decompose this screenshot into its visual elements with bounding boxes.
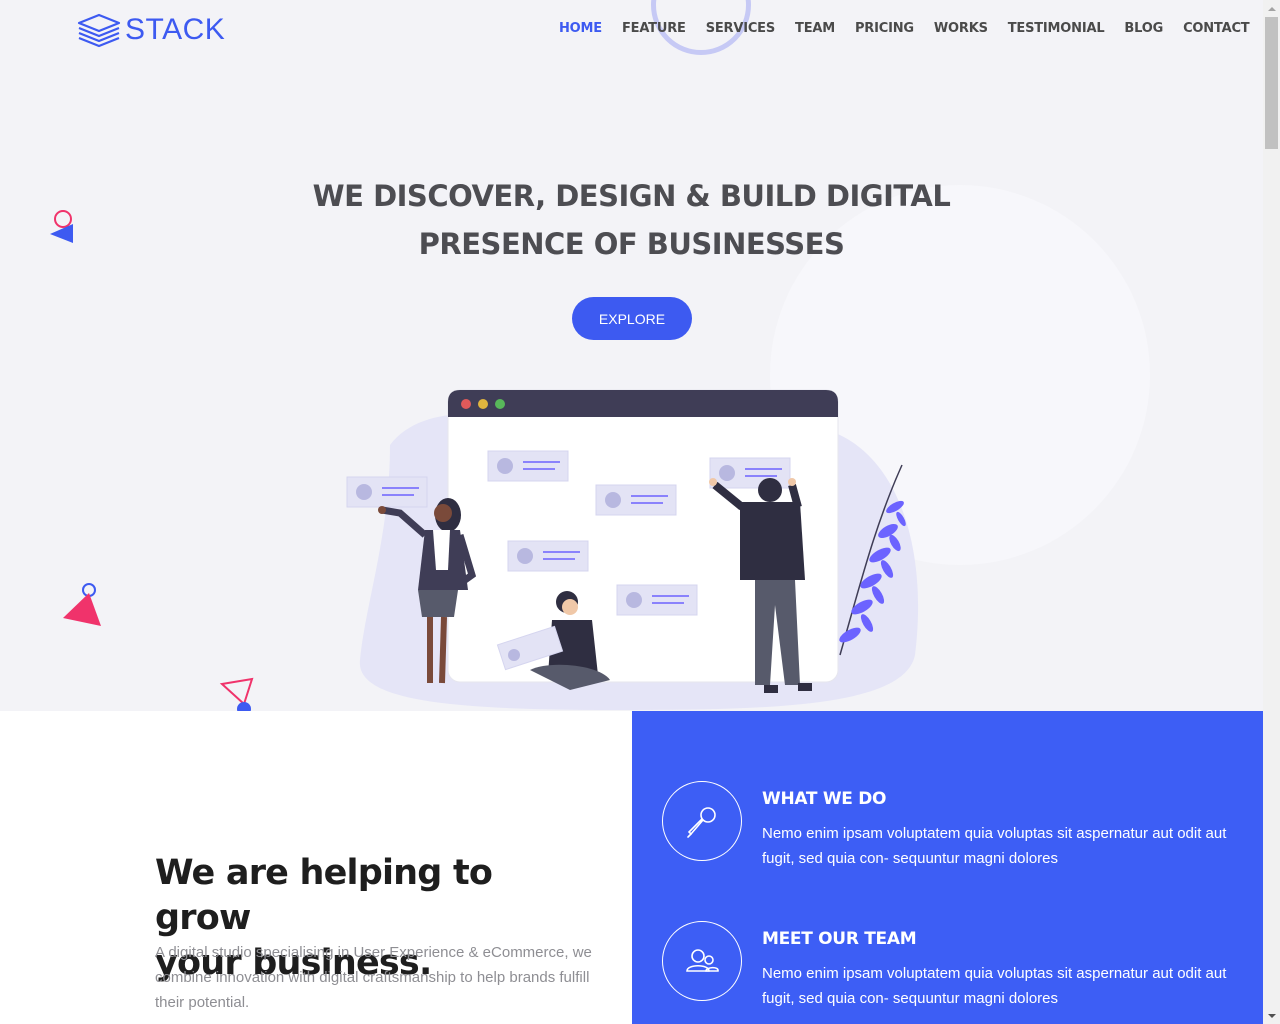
scroll-thumb[interactable] (1265, 17, 1278, 149)
nav-services[interactable]: SERVICES (706, 21, 776, 36)
features-section: WHAT WE DO Nemo enim ipsam voluptatem qu… (632, 711, 1263, 1024)
nav-testimonial[interactable]: TESTIMONIAL (1008, 21, 1105, 36)
hero-title: WE DISCOVER, DESIGN & BUILD DIGITAL PRES… (0, 172, 1263, 268)
decorative-outline-triangle-shape (219, 677, 254, 711)
nav-blog[interactable]: BLOG (1124, 21, 1163, 36)
vertical-scrollbar[interactable] (1263, 0, 1280, 1024)
decorative-pink-triangle-shape (63, 583, 101, 626)
about-section: We are helping to grow your business. A … (0, 711, 632, 1024)
hero-title-line-1: WE DISCOVER, DESIGN & BUILD DIGITAL (312, 179, 951, 213)
about-text: A digital studio specialising in User Ex… (155, 944, 592, 1011)
feature-description: Nemo enim ipsam voluptatem quia voluptas… (762, 965, 1227, 1007)
scroll-down-arrow-icon[interactable] (1263, 1007, 1280, 1024)
nav-pricing[interactable]: PRICING (855, 21, 914, 36)
feature-title: WHAT WE DO (762, 789, 887, 809)
decorative-triangle-circle-shape (50, 210, 73, 243)
microphone-icon (662, 781, 742, 861)
hero-title-line-2: PRESENCE OF BUSINESSES (418, 227, 845, 261)
nav-contact[interactable]: CONTACT (1183, 21, 1250, 36)
users-icon (662, 921, 742, 1001)
explore-button[interactable]: EXPLORE (572, 297, 692, 340)
brand-name: STACK (125, 13, 226, 46)
about-title-line-1: We are helping to grow (155, 853, 493, 938)
page: STACK HOME FEATURE SERVICES TEAM PRICING… (0, 0, 1263, 1024)
feature-title: MEET OUR TEAM (762, 929, 917, 949)
nav-works[interactable]: WORKS (934, 21, 988, 36)
stack-layers-icon (77, 13, 121, 48)
hero-section: STACK HOME FEATURE SERVICES TEAM PRICING… (0, 0, 1263, 711)
scroll-up-arrow-icon[interactable] (1263, 0, 1280, 17)
team-collaborating-browser-illustration (346, 389, 919, 710)
nav-home[interactable]: HOME (559, 21, 602, 36)
brand-logo[interactable]: STACK (77, 12, 225, 48)
nav-team[interactable]: TEAM (795, 21, 835, 36)
nav-feature[interactable]: FEATURE (622, 21, 686, 36)
main-nav: HOME FEATURE SERVICES TEAM PRICING WORKS… (559, 21, 1263, 36)
feature-description: Nemo enim ipsam voluptatem quia voluptas… (762, 825, 1227, 867)
